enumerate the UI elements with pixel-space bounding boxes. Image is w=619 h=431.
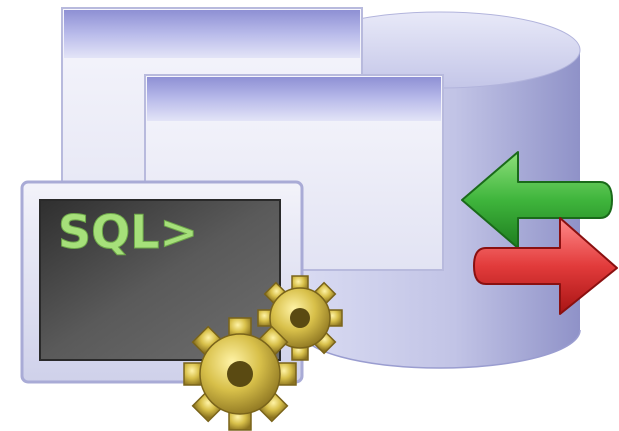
sql-database-illustration: SQL> [20,7,618,431]
sql-prompt-text: SQL> [58,205,198,259]
